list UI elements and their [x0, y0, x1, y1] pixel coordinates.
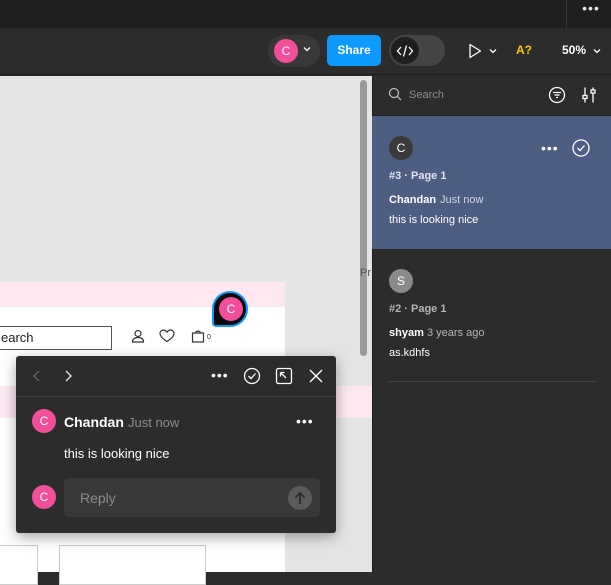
thread-page-meta: #2 · Page 1 — [389, 303, 447, 315]
chevron-down-icon[interactable] — [592, 46, 602, 56]
canvas-scrollbar[interactable] — [360, 80, 367, 356]
send-reply-button[interactable] — [288, 486, 312, 510]
thread-author: shyam — [389, 327, 424, 339]
comment-message: this is looking nice — [64, 446, 170, 461]
chevron-down-icon[interactable] — [302, 44, 312, 54]
chevron-right-icon[interactable] — [62, 369, 74, 383]
thread-message: this is looking nice — [389, 214, 479, 226]
product-card — [59, 545, 206, 585]
resolve-check-icon[interactable] — [243, 367, 261, 385]
thread-page-meta: #3 · Page 1 — [389, 170, 447, 182]
canvas-peek-text: Pr — [360, 267, 371, 279]
thread-author: Chandan — [389, 194, 437, 206]
search-icon — [388, 87, 402, 101]
chevron-left-icon[interactable] — [31, 369, 43, 383]
comment-timestamp: Just now — [128, 415, 180, 430]
thread-avatar: S — [389, 269, 413, 293]
user-icon — [131, 329, 145, 343]
share-button[interactable]: Share — [327, 35, 381, 66]
sliders-icon[interactable] — [580, 86, 598, 104]
comment-more-icon[interactable]: ••• — [296, 413, 314, 429]
comment-pin-avatar[interactable]: C — [219, 297, 243, 321]
title-bar — [0, 0, 611, 28]
cart-count: 0 — [207, 334, 211, 341]
zoom-level[interactable]: 50% — [562, 43, 586, 57]
accessibility-check-icon[interactable]: A? — [516, 43, 532, 57]
comments-search-bar — [372, 76, 611, 116]
heart-icon — [159, 329, 175, 343]
thread-more-icon[interactable]: ••• — [541, 140, 559, 156]
filter-icon[interactable] — [548, 86, 566, 104]
shopping-bag-icon — [191, 330, 205, 343]
code-icon — [396, 45, 414, 57]
open-in-panel-icon[interactable] — [275, 367, 293, 385]
present-play-icon[interactable] — [468, 43, 482, 59]
thread-divider — [389, 381, 597, 382]
frame-search-field: earch — [0, 326, 112, 350]
user-avatar[interactable]: C — [274, 39, 298, 63]
chevron-down-icon[interactable] — [488, 46, 498, 56]
comment-thread-selected[interactable] — [372, 116, 611, 249]
more-menu-icon[interactable]: ••• — [580, 1, 602, 17]
thread-timestamp: 3 years ago — [427, 327, 485, 339]
product-card — [0, 545, 38, 585]
resolve-check-icon[interactable] — [571, 138, 591, 158]
comment-author-name: Chandan — [64, 414, 124, 430]
more-options-icon[interactable]: ••• — [211, 367, 229, 383]
thread-message[interactable]: as.kdhfs — [389, 347, 430, 359]
title-bar-divider — [566, 0, 567, 28]
thread-avatar: C — [389, 136, 413, 160]
arrow-up-icon — [294, 491, 306, 504]
reply-avatar: C — [32, 485, 56, 509]
close-icon[interactable] — [308, 368, 324, 384]
comment-author-avatar: C — [32, 409, 56, 433]
thread-timestamp: Just now — [440, 194, 484, 206]
comments-search-input[interactable]: Search — [409, 89, 444, 101]
reply-input[interactable] — [64, 478, 320, 517]
